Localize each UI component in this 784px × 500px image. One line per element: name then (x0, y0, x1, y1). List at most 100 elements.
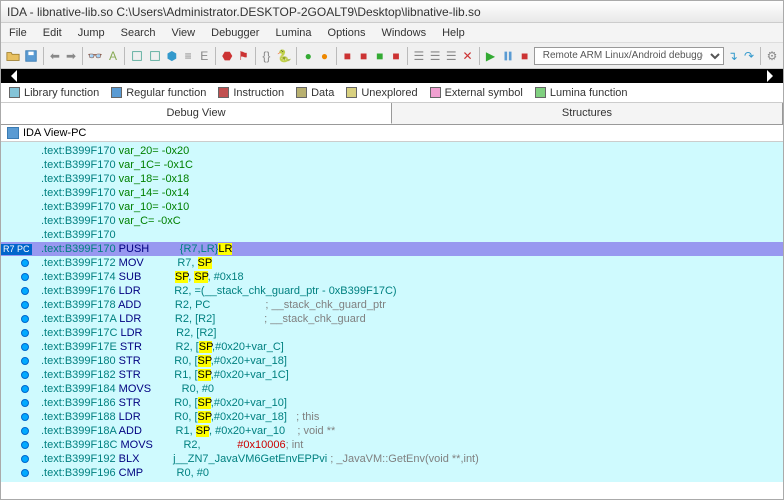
asm-line[interactable]: .text:B399F18C MOVS R2, #0x10006; int (1, 438, 783, 452)
asm-line[interactable]: .text:B399F186 STR R0, [SP,#0x20+var_10] (1, 396, 783, 410)
breakpoint-dot[interactable] (21, 273, 29, 281)
trace-icon[interactable]: ☰ (428, 47, 442, 65)
view-icon (7, 127, 19, 139)
menu-jump[interactable]: Jump (70, 23, 113, 42)
step-into-icon[interactable]: ↴ (726, 47, 740, 65)
menu-view[interactable]: View (163, 23, 203, 42)
menu-options[interactable]: Options (320, 23, 374, 42)
run-icon[interactable]: ▶ (483, 47, 497, 65)
asm-line[interactable]: .text:B399F17E STR R2, [SP,#0x20+var_C] (1, 340, 783, 354)
disassembly-view[interactable]: R7 PC .text:B399F170 var_20= -0x20.text:… (1, 142, 783, 482)
debugger-select[interactable]: Remote ARM Linux/Android debugger (534, 47, 724, 65)
tab-debug-view[interactable]: Debug View (1, 103, 392, 124)
menu-search[interactable]: Search (113, 23, 164, 42)
legend-box (218, 87, 229, 98)
asm-line[interactable]: .text:B399F198 BEQ loc_B399F1B2 (1, 480, 783, 482)
menu-help[interactable]: Help (434, 23, 473, 42)
legend-label: Regular function (126, 87, 206, 99)
watch-icon[interactable]: ☰ (444, 47, 458, 65)
menu-file[interactable]: File (1, 23, 35, 42)
breakpoint-dot[interactable] (21, 441, 29, 449)
asm-line[interactable]: .text:B399F170 (1, 228, 783, 242)
asm-line[interactable]: .text:B399F170 var_14= -0x14 (1, 186, 783, 200)
breakpoint-dot[interactable] (21, 371, 29, 379)
breakpoint-dot[interactable] (21, 329, 29, 337)
subtab-label[interactable]: IDA View-PC (23, 127, 86, 139)
asm-line[interactable]: .text:B399F192 BLX j__ZN7_JavaVM6GetEnvE… (1, 452, 783, 466)
toolbar: ⬅ ➡ 👓 A ⬢ ≡ E ⬣ ⚑ {} 🐍 ● ● ■ ■ ■ ■ ☰ ☰ ☰… (1, 43, 783, 69)
bp3-icon[interactable]: ■ (373, 47, 387, 65)
breakpoint-dot[interactable] (21, 357, 29, 365)
stop-icon[interactable]: ■ (518, 47, 532, 65)
asm-line[interactable]: .text:B399F17C LDR R2, [R2] (1, 326, 783, 340)
breakpoint-dot[interactable] (21, 315, 29, 323)
enum-icon[interactable]: E (197, 47, 211, 65)
asm-line[interactable]: .text:B399F178 ADD R2, PC ; __stack_chk_… (1, 298, 783, 312)
asm-line[interactable]: .text:B399F172 MOV R7, SP (1, 256, 783, 270)
bp4-icon[interactable]: ■ (389, 47, 403, 65)
breakpoint-dot[interactable] (21, 427, 29, 435)
asm-line[interactable]: .text:B399F170 var_10= -0x10 (1, 200, 783, 214)
nav-band[interactable] (1, 69, 783, 83)
step-over-icon[interactable]: ↷ (742, 47, 756, 65)
menu-debugger[interactable]: Debugger (203, 23, 267, 42)
legend-box (9, 87, 20, 98)
breakpoint-dot[interactable] (21, 343, 29, 351)
flag-icon[interactable]: ⚑ (236, 47, 250, 65)
close-icon[interactable]: ✕ (460, 47, 474, 65)
box1-icon[interactable] (129, 47, 145, 65)
legend: Library function Regular function Instruct… (1, 83, 783, 103)
asm-line[interactable]: .text:B399F18A ADD R1, SP, #0x20+var_10 … (1, 424, 783, 438)
bp1-icon[interactable]: ■ (340, 47, 354, 65)
open-icon[interactable] (5, 47, 21, 65)
menu-edit[interactable]: Edit (35, 23, 70, 42)
asm-line[interactable]: .text:B399F196 CMP R0, #0 (1, 466, 783, 480)
asm-line[interactable]: .text:B399F184 MOVS R0, #0 (1, 382, 783, 396)
asm-line[interactable]: .text:B399F180 STR R0, [SP,#0x20+var_18] (1, 354, 783, 368)
struct-icon[interactable]: ≡ (181, 47, 195, 65)
legend-box (111, 87, 122, 98)
asm-line[interactable]: .text:B399F176 LDR R2, =(__stack_chk_gua… (1, 284, 783, 298)
asm-line[interactable]: .text:B399F17A LDR R2, [R2] ; __stack_ch… (1, 312, 783, 326)
asm-line[interactable]: .text:B399F170 var_C= -0xC (1, 214, 783, 228)
breakpoint-dot[interactable] (21, 399, 29, 407)
legend-label: External symbol (445, 87, 523, 99)
asm-line[interactable]: .text:B399F188 LDR R0, [SP,#0x20+var_18]… (1, 410, 783, 424)
text-icon[interactable]: A (106, 47, 120, 65)
asm-line[interactable]: .text:B399F170 PUSH {R7,LR}LR (1, 242, 783, 256)
breakpoint-dot[interactable] (21, 413, 29, 421)
tab-structures[interactable]: Structures (392, 103, 783, 124)
stack-icon[interactable]: ☰ (412, 47, 426, 65)
legend-label: Instruction (233, 87, 284, 99)
orange-dot-icon[interactable]: ● (317, 47, 331, 65)
redo-icon[interactable]: ➡ (64, 47, 78, 65)
hex-icon[interactable]: ⬢ (165, 47, 179, 65)
breakpoint-dot[interactable] (21, 385, 29, 393)
pause-icon[interactable] (500, 47, 516, 65)
python-icon[interactable]: 🐍 (275, 47, 292, 65)
breakpoint-dot[interactable] (21, 287, 29, 295)
config-icon[interactable]: ⚙ (765, 47, 779, 65)
breakpoint-dot[interactable] (21, 259, 29, 267)
breakpoint-dot[interactable] (21, 455, 29, 463)
stop-sign-icon[interactable]: ⬣ (220, 47, 234, 65)
legend-label: Library function (24, 87, 99, 99)
asm-line[interactable]: .text:B399F170 var_20= -0x20 (1, 144, 783, 158)
box2-icon[interactable] (147, 47, 163, 65)
breakpoint-dot[interactable] (21, 469, 29, 477)
legend-label: Data (311, 87, 334, 99)
script-icon[interactable]: {} (259, 47, 273, 65)
asm-line[interactable]: .text:B399F170 var_1C= -0x1C (1, 158, 783, 172)
green-dot-icon[interactable]: ● (301, 47, 315, 65)
menu-windows[interactable]: Windows (373, 23, 434, 42)
asm-line[interactable]: .text:B399F182 STR R1, [SP,#0x20+var_1C] (1, 368, 783, 382)
bp2-icon[interactable]: ■ (357, 47, 371, 65)
breakpoint-dot[interactable] (21, 301, 29, 309)
undo-icon[interactable]: ⬅ (48, 47, 62, 65)
asm-line[interactable]: .text:B399F170 var_18= -0x18 (1, 172, 783, 186)
asm-line[interactable]: .text:B399F174 SUB SP, SP, #0x18 (1, 270, 783, 284)
legend-label: Lumina function (550, 87, 628, 99)
save-icon[interactable] (23, 47, 39, 65)
binoculars-icon[interactable]: 👓 (87, 47, 104, 65)
menu-lumina[interactable]: Lumina (267, 23, 319, 42)
